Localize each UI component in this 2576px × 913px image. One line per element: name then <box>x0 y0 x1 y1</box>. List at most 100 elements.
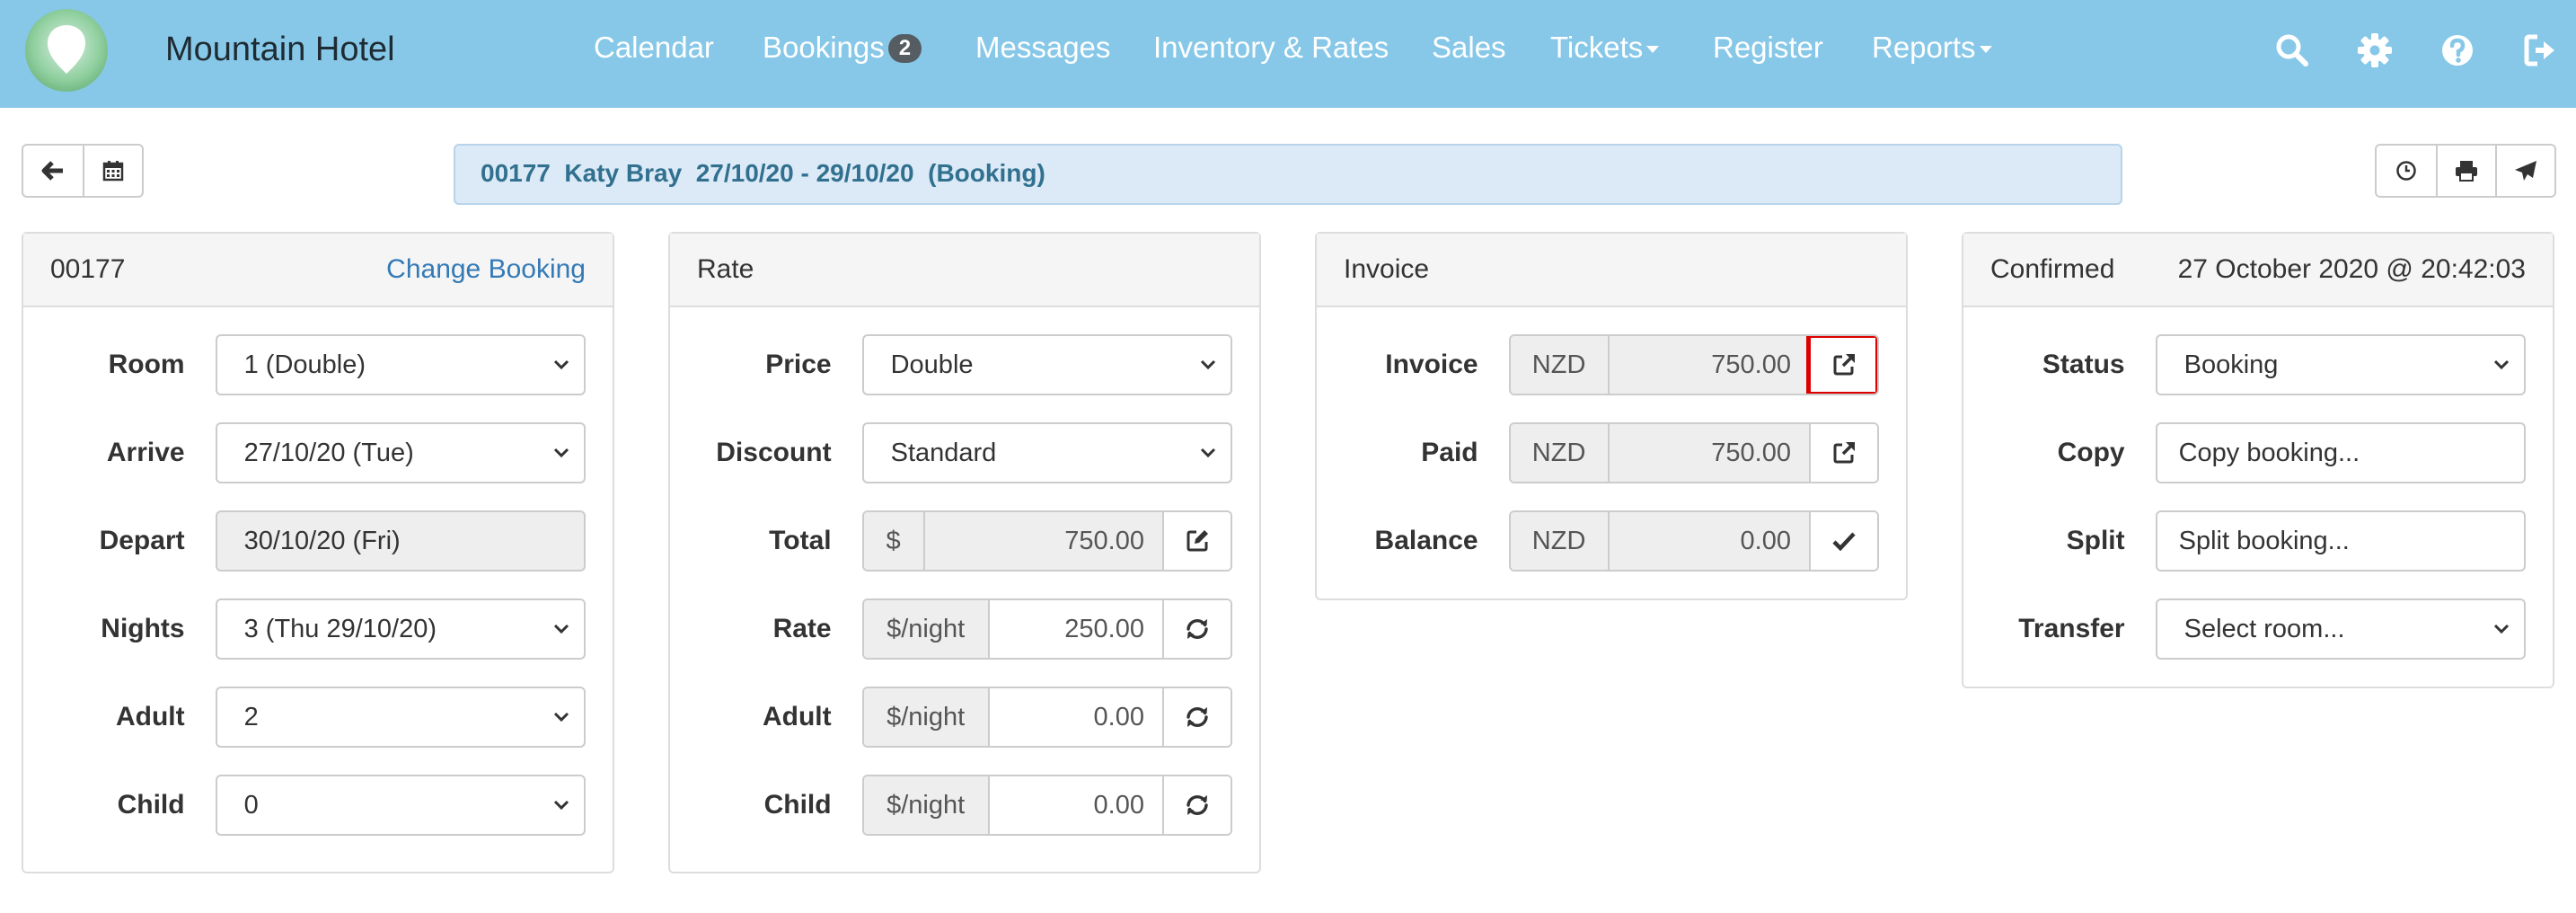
adult-rate-value-input[interactable]: 0.00 <box>990 688 1162 746</box>
rate-label: Rate <box>772 614 832 643</box>
balance-currency-addon: NZD <box>1510 512 1610 570</box>
nav-sales[interactable]: Sales <box>1432 31 1506 65</box>
calendar-button[interactable] <box>83 146 142 196</box>
change-booking-link[interactable]: Change Booking <box>386 254 586 285</box>
caret-down-icon <box>1979 46 1992 53</box>
refresh-rate-button[interactable] <box>1162 600 1231 658</box>
transfer-select-value: Select room... <box>2183 614 2345 643</box>
top-navbar: Mountain Hotel Calendar Bookings 2 Messag… <box>0 0 2576 108</box>
chevron-down-icon <box>553 624 569 634</box>
nav-tickets-dropdown[interactable]: Tickets <box>1550 31 1660 65</box>
search-icon[interactable] <box>2274 32 2310 68</box>
depart-readonly-field: 30/10/20 (Fri) <box>215 510 586 572</box>
depart-label: Depart <box>99 526 185 555</box>
print-button[interactable] <box>2436 146 2495 196</box>
bookings-count-badge: 2 <box>887 34 922 63</box>
refresh-adult-rate-button[interactable] <box>1162 688 1231 746</box>
confirmation-status: Confirmed <box>1990 254 2115 284</box>
rate-panel-header: Rate <box>670 234 1259 307</box>
chevron-down-icon <box>2493 359 2510 370</box>
arrive-label: Arrive <box>106 438 185 467</box>
child-label: Child <box>117 790 185 820</box>
price-select[interactable]: Double <box>861 334 1232 395</box>
nav-tickets-label: Tickets <box>1550 31 1644 64</box>
arrive-select[interactable]: 27/10/20 (Tue) <box>215 422 586 483</box>
open-payments-button[interactable] <box>1809 424 1877 482</box>
print-icon <box>2456 161 2477 182</box>
nav-inventory-rates-label: Inventory & Rates <box>1153 31 1389 64</box>
open-invoice-button[interactable] <box>1806 336 1877 394</box>
paid-input-group: NZD 750.00 <box>1508 422 1879 483</box>
rate-panel: Rate Price Double Discount Standard Tota… <box>668 232 1261 873</box>
split-label: Split <box>2066 526 2125 555</box>
paid-amount: 750.00 <box>1609 424 1809 482</box>
invoice-panel: Invoice Invoice NZD 750.00 Paid NZD 750.… <box>1315 232 1908 600</box>
adult-select[interactable]: 2 <box>215 687 586 748</box>
history-button[interactable] <box>2377 146 2436 196</box>
nav-messages[interactable]: Messages <box>975 31 1110 65</box>
help-icon[interactable] <box>2439 32 2475 68</box>
copy-label: Copy <box>2057 438 2125 467</box>
chevron-down-icon <box>1200 359 1216 370</box>
logout-icon[interactable] <box>2522 32 2558 68</box>
nav-reports-label: Reports <box>1872 31 1976 64</box>
external-link-icon <box>1833 354 1855 376</box>
clock-icon <box>2396 161 2416 181</box>
balance-amount: 0.00 <box>1609 512 1809 570</box>
rate-unit-addon: $/night <box>863 600 990 658</box>
nav-calendar-label: Calendar <box>594 31 714 64</box>
status-label: Status <box>2042 350 2125 379</box>
nav-calendar[interactable]: Calendar <box>594 31 714 65</box>
balance-confirm-button[interactable] <box>1809 512 1877 570</box>
room-label: Room <box>108 350 185 379</box>
logo-drop-icon <box>48 25 85 74</box>
invoice-panel-title: Invoice <box>1344 254 1430 284</box>
nav-bookings[interactable]: Bookings 2 <box>763 31 922 65</box>
hotel-logo[interactable] <box>25 9 108 92</box>
invoice-label: Invoice <box>1385 350 1478 379</box>
discount-select[interactable]: Standard <box>861 422 1232 483</box>
refresh-child-rate-button[interactable] <box>1162 776 1231 834</box>
balance-label: Balance <box>1374 526 1478 555</box>
transfer-room-select[interactable]: Select room... <box>2155 598 2526 660</box>
booking-id: 00177 <box>50 254 126 284</box>
split-booking-input[interactable] <box>2155 510 2526 572</box>
chevron-down-icon <box>2493 624 2510 634</box>
booking-panel-header: 00177 Change Booking <box>23 234 613 307</box>
nav-reports-dropdown[interactable]: Reports <box>1872 31 1992 65</box>
transfer-label: Transfer <box>2018 614 2125 643</box>
brand-name[interactable]: Mountain Hotel <box>165 31 395 69</box>
child-select[interactable]: 0 <box>215 775 586 836</box>
child-rate-value-input[interactable]: 0.00 <box>990 776 1162 834</box>
room-select[interactable]: 1 (Double) <box>215 334 586 395</box>
caret-down-icon <box>1646 46 1660 53</box>
invoice-panel-header: Invoice <box>1317 234 1906 307</box>
copy-booking-input[interactable] <box>2155 422 2526 483</box>
nav-bookings-label: Bookings <box>763 31 885 64</box>
confirmation-timestamp: 27 October 2020 @ 20:42:03 <box>2177 254 2526 284</box>
calendar-icon <box>102 161 124 182</box>
send-icon <box>2515 161 2536 181</box>
adult-rate-label: Adult <box>762 702 832 731</box>
discount-label: Discount <box>716 438 832 467</box>
rate-value-input[interactable]: 250.00 <box>990 600 1162 658</box>
nights-select-value: 3 (Thu 29/10/20) <box>243 614 437 643</box>
external-link-icon <box>1833 442 1855 464</box>
total-currency-addon: $ <box>863 512 925 570</box>
refresh-icon <box>1187 707 1208 727</box>
booking-panel: 00177 Change Booking Room 1 (Double) Arr… <box>22 232 614 873</box>
gear-icon[interactable] <box>2357 32 2393 68</box>
status-panel-header: Confirmed 27 October 2020 @ 20:42:03 <box>1963 234 2553 307</box>
back-button[interactable] <box>23 146 83 196</box>
discount-select-value: Standard <box>890 438 997 467</box>
edit-total-button[interactable] <box>1162 512 1231 570</box>
child-rate-unit-addon: $/night <box>863 776 990 834</box>
send-button[interactable] <box>2495 146 2554 196</box>
nav-inventory-rates[interactable]: Inventory & Rates <box>1153 31 1389 65</box>
adult-rate-unit-addon: $/night <box>863 688 990 746</box>
status-select-value: Booking <box>2183 350 2279 379</box>
nav-register[interactable]: Register <box>1713 31 1823 65</box>
refresh-icon <box>1187 619 1208 639</box>
status-select[interactable]: Booking <box>2155 334 2526 395</box>
nights-select[interactable]: 3 (Thu 29/10/20) <box>215 598 586 660</box>
